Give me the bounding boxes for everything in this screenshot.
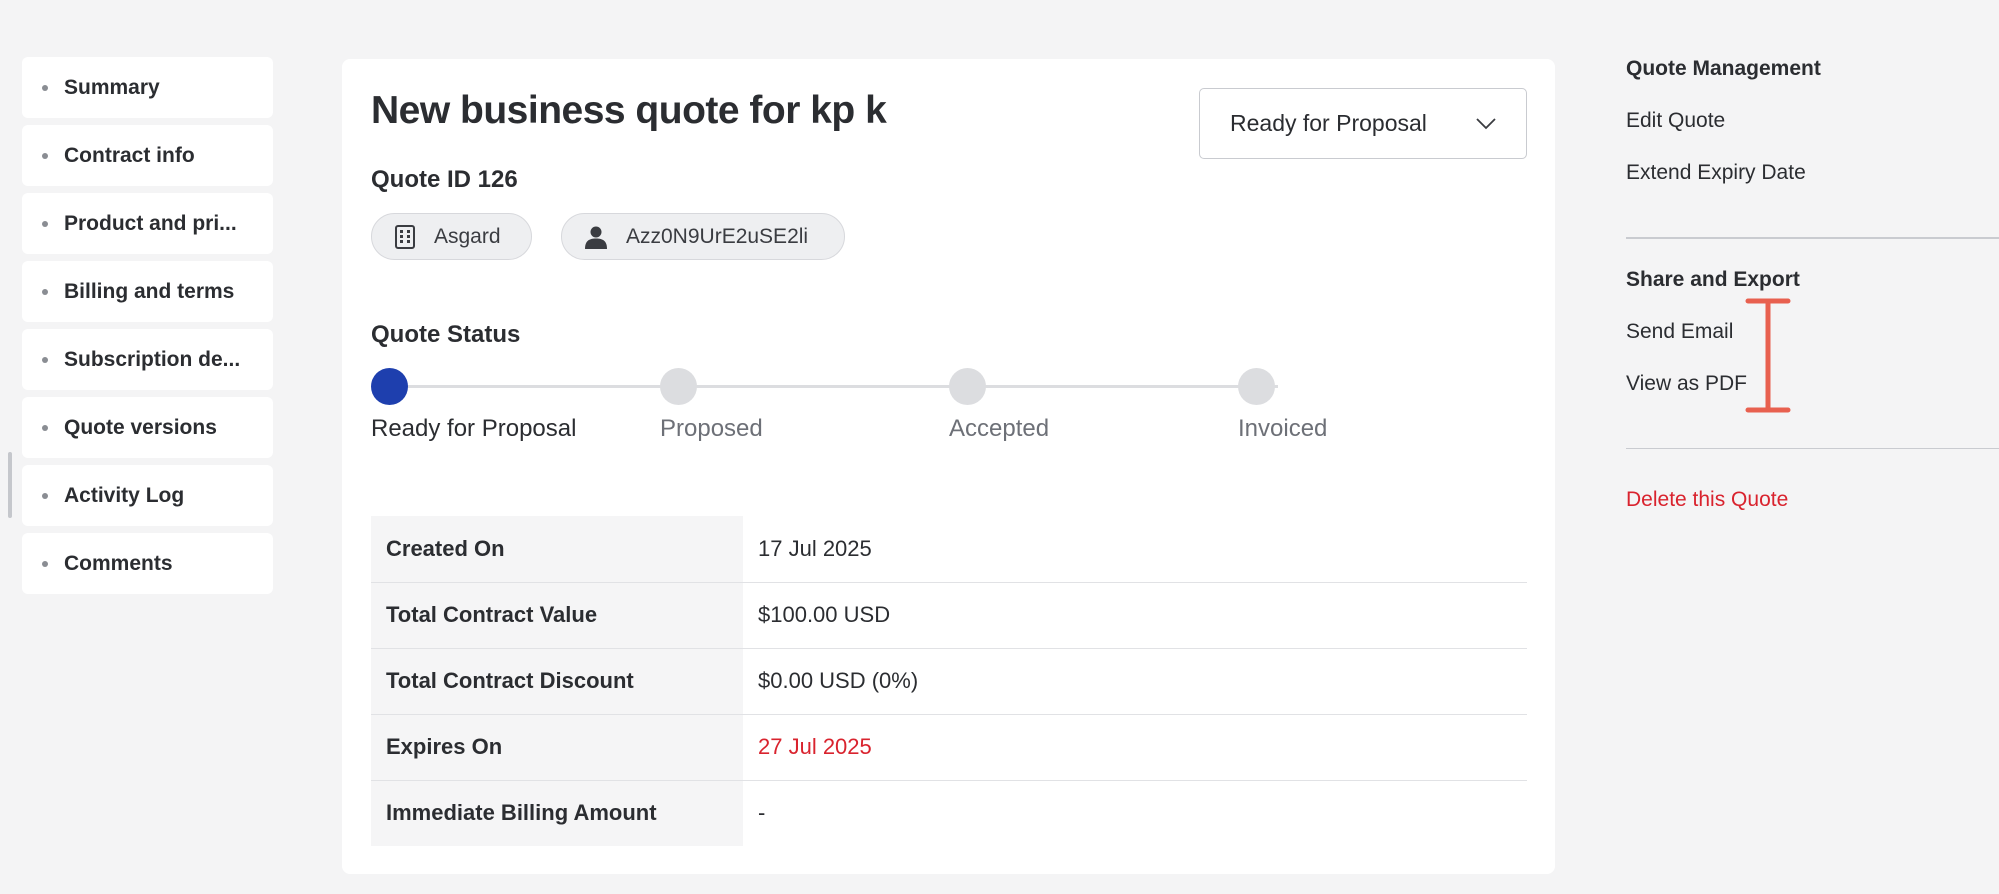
quote-status-stepper: Ready for Proposal Proposed Accepted Inv…	[371, 368, 1371, 448]
building-icon	[395, 224, 415, 249]
quote-status-selected-value: Ready for Proposal	[1230, 110, 1427, 136]
nav-item-contract-info[interactable]: Contract info	[22, 125, 273, 186]
quote-status-heading: Quote Status	[371, 321, 521, 348]
step-circle	[1238, 368, 1275, 405]
bullet-icon	[42, 220, 48, 227]
nav-item-activity-log[interactable]: Activity Log	[22, 465, 273, 526]
nav-item-quote-versions[interactable]: Quote versions	[22, 397, 273, 458]
quote-management-heading: Quote Management	[1626, 57, 1821, 80]
bullet-icon	[42, 152, 48, 159]
quote-actions-panel: Quote Management Edit Quote Extend Expir…	[1626, 57, 1999, 512]
nav-item-label: Billing and terms	[64, 279, 235, 303]
delete-quote-link[interactable]: Delete this Quote	[1626, 488, 1999, 512]
table-row: Total Contract Discount $0.00 USD (0%)	[371, 648, 1527, 715]
contact-chip-label: Azz0N9UrE2uSE2li	[626, 224, 809, 248]
bullet-icon	[42, 288, 48, 295]
bullet-icon	[42, 424, 48, 431]
share-export-heading: Share and Export	[1626, 267, 1800, 291]
quote-summary-card: New business quote for kp k Ready for Pr…	[342, 59, 1555, 874]
detail-value: $100.00 USD	[743, 582, 1527, 649]
detail-key: Total Contract Value	[371, 582, 743, 649]
chevron-down-icon	[1476, 117, 1496, 129]
nav-item-billing-and-terms[interactable]: Billing and terms	[22, 261, 273, 322]
quote-id: Quote ID 126	[371, 166, 518, 193]
step-label: Invoiced	[1238, 415, 1328, 442]
sidebar-scroll-indicator[interactable]	[8, 452, 12, 518]
quote-status-dropdown[interactable]: Ready for Proposal	[1199, 88, 1527, 159]
table-row: Created On 17 Jul 2025	[371, 516, 1527, 583]
step-label: Accepted	[949, 415, 1050, 442]
bullet-icon	[42, 492, 48, 499]
divider	[1626, 447, 1999, 449]
nav-item-subscription-details[interactable]: Subscription de...	[22, 329, 273, 390]
nav-item-label: Comments	[64, 551, 173, 575]
bullet-icon	[42, 356, 48, 363]
send-email-link[interactable]: Send Email	[1626, 320, 1999, 350]
detail-value: 17 Jul 2025	[743, 516, 1527, 583]
nav-item-label: Quote versions	[64, 415, 217, 439]
person-icon	[585, 226, 607, 249]
step-label: Proposed	[660, 415, 763, 442]
step-label: Ready for Proposal	[371, 415, 577, 442]
quote-page: Summary Contract info Product and pri...…	[0, 0, 1999, 894]
account-chip[interactable]: Asgard	[371, 213, 532, 260]
expiry-date-value: 27 Jul 2025	[743, 714, 1527, 781]
divider	[1626, 237, 1999, 239]
nav-item-label: Contract info	[64, 143, 195, 167]
table-row: Immediate Billing Amount -	[371, 780, 1527, 846]
nav-item-label: Subscription de...	[64, 347, 241, 371]
detail-key: Expires On	[371, 714, 743, 781]
nav-item-comments[interactable]: Comments	[22, 533, 273, 594]
text-cursor-icon	[1745, 298, 1791, 413]
detail-key: Created On	[371, 516, 743, 583]
nav-item-label: Activity Log	[64, 483, 185, 507]
nav-item-label: Product and pri...	[64, 211, 237, 235]
nav-item-label: Summary	[64, 75, 160, 99]
quote-details-table: Created On 17 Jul 2025 Total Contract Va…	[371, 516, 1527, 846]
step-invoiced: Invoiced	[1238, 368, 1327, 442]
nav-item-summary[interactable]: Summary	[22, 57, 273, 118]
step-circle	[660, 368, 697, 405]
step-ready-for-proposal: Ready for Proposal	[371, 368, 576, 442]
section-nav: Summary Contract info Product and pri...…	[22, 57, 273, 601]
account-chip-label: Asgard	[434, 224, 501, 248]
edit-quote-link[interactable]: Edit Quote	[1626, 109, 1999, 139]
step-circle	[371, 368, 408, 405]
detail-value: -	[758, 800, 766, 826]
step-circle	[949, 368, 986, 405]
detail-key: Total Contract Discount	[371, 648, 743, 715]
step-accepted: Accepted	[949, 368, 1049, 442]
extend-expiry-link[interactable]: Extend Expiry Date	[1626, 161, 1999, 191]
table-row: Total Contract Value $100.00 USD	[371, 582, 1527, 649]
contact-chip[interactable]: Azz0N9UrE2uSE2li	[561, 213, 845, 260]
detail-key: Immediate Billing Amount	[371, 780, 743, 846]
step-proposed: Proposed	[660, 368, 763, 442]
bullet-icon	[42, 560, 48, 567]
nav-item-product-and-pricing[interactable]: Product and pri...	[22, 193, 273, 254]
detail-value: $0.00 USD (0%)	[743, 648, 1527, 715]
stepper-track	[389, 385, 1278, 388]
page-title: New business quote for kp k	[371, 89, 887, 132]
bullet-icon	[42, 84, 48, 91]
view-pdf-link[interactable]: View as PDF	[1626, 372, 1999, 402]
table-row: Expires On 27 Jul 2025	[371, 714, 1527, 781]
